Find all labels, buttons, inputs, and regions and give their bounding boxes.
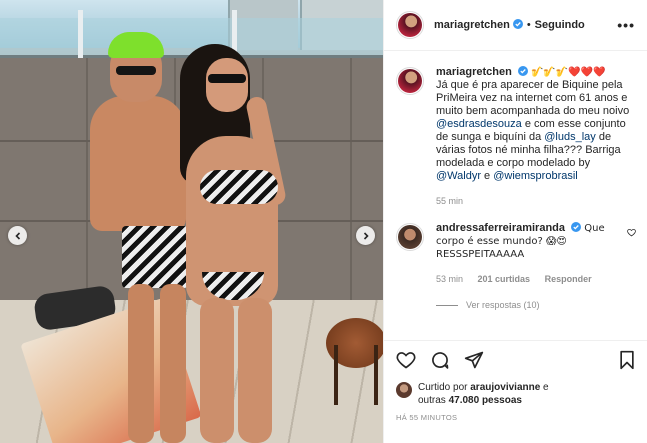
- chevron-left-icon[interactable]: [8, 226, 27, 245]
- comment-likes[interactable]: 201 curtidas: [478, 274, 531, 284]
- mention-link[interactable]: @Waldyr: [436, 170, 481, 182]
- post-header: mariagretchen • Seguindo •••: [384, 0, 647, 51]
- share-icon[interactable]: [464, 350, 484, 373]
- caption: mariagretchen 🎷🎷🎷❤️❤️❤️ Já que é pra apa…: [396, 66, 636, 208]
- view-replies-label: Ver respostas (10): [466, 300, 540, 310]
- instagram-post: mariagretchen • Seguindo ••• mariagretch…: [0, 0, 647, 443]
- avatar[interactable]: [396, 223, 424, 251]
- comment-heart-icon[interactable]: [627, 228, 636, 286]
- table-leg: [334, 345, 338, 405]
- bookmark-icon[interactable]: [618, 350, 636, 373]
- action-bar: [396, 349, 636, 373]
- avatar[interactable]: [396, 67, 424, 95]
- caption-time[interactable]: 55 min: [436, 196, 463, 206]
- verified-badge-icon: [515, 66, 528, 78]
- caption-meta: 55 min: [436, 195, 636, 208]
- separator-dot: •: [526, 19, 531, 31]
- reply-button[interactable]: Responder: [545, 274, 592, 284]
- caption-text: e: [480, 170, 494, 182]
- table-leg: [374, 345, 378, 405]
- comment-time[interactable]: 53 min: [436, 274, 463, 284]
- comment-author[interactable]: andressaferreiramiranda: [436, 222, 565, 234]
- comments-section[interactable]: mariagretchen 🎷🎷🎷❤️❤️❤️ Já que é pra apa…: [384, 52, 647, 339]
- caption-author[interactable]: mariagretchen: [436, 66, 512, 78]
- likes-count[interactable]: 47.080 pessoas: [449, 395, 522, 406]
- verified-badge-icon: [510, 19, 523, 31]
- avatar[interactable]: [396, 11, 424, 39]
- mention-link[interactable]: @wiemsprobrasil: [493, 170, 578, 182]
- follow-status-button[interactable]: Seguindo: [535, 19, 585, 31]
- comment-meta: 53 min 201 curtidas Responder: [436, 273, 621, 286]
- verified-badge-icon: [568, 222, 582, 234]
- replies-divider: [436, 304, 458, 306]
- mention-link[interactable]: @luds_lay: [544, 131, 596, 143]
- post-actions: Curtido por araujovivianne e outras 47.0…: [384, 340, 647, 443]
- caption-emojis: 🎷🎷🎷❤️❤️❤️: [530, 67, 606, 78]
- likes-summary: Curtido por araujovivianne e outras 47.0…: [396, 381, 636, 407]
- post-timestamp[interactable]: HÁ 55 MINUTOS: [396, 413, 636, 422]
- caption-text: Já que é pra aparecer de Biquine pela Pr…: [436, 79, 630, 117]
- liker-username[interactable]: araujovivianne: [470, 382, 540, 393]
- likes-suffix-prefix: outras: [418, 395, 446, 406]
- more-options-button[interactable]: •••: [617, 17, 635, 33]
- comment-icon[interactable]: [430, 350, 450, 373]
- heart-icon[interactable]: [396, 350, 416, 373]
- post-sidebar: mariagretchen • Seguindo ••• mariagretch…: [383, 0, 647, 443]
- comment-item: andressaferreiramiranda Que corpo é esse…: [396, 222, 636, 286]
- avatar[interactable]: [396, 382, 412, 398]
- chevron-right-icon[interactable]: [356, 226, 375, 245]
- header-username[interactable]: mariagretchen: [434, 19, 510, 31]
- railing-post: [78, 10, 83, 60]
- post-photo[interactable]: [0, 0, 383, 443]
- woman-figure: [160, 44, 310, 443]
- likes-middle: e: [540, 382, 549, 393]
- view-replies-button[interactable]: Ver respostas (10): [436, 300, 636, 310]
- mention-link[interactable]: @esdrasdesouza: [436, 118, 522, 130]
- likes-prefix: Curtido por: [418, 382, 468, 393]
